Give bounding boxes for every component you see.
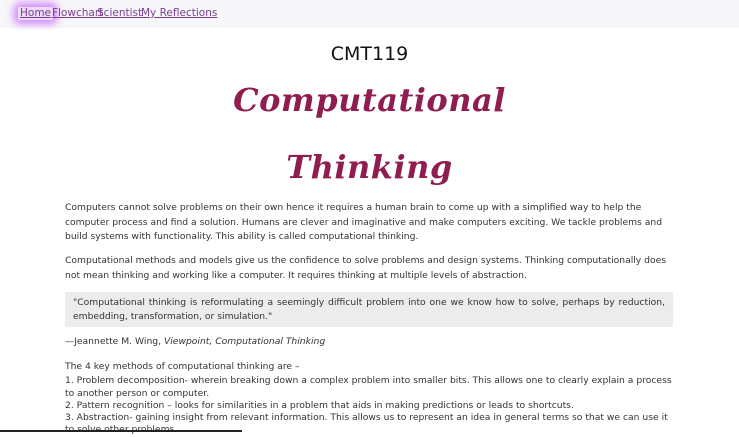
course-code-heading: CMT119 — [330, 43, 409, 65]
methods-paragraph: Computational methods and models give us… — [65, 255, 667, 281]
nav-link-home[interactable]: Home — [18, 7, 54, 20]
intro-paragraph: Computers cannot solve problems on their… — [65, 202, 663, 242]
quote-attribution: —Jeannette M. Wing, Viewpoint, Computati… — [65, 335, 325, 349]
nav-link-scientist[interactable]: Scientist — [97, 7, 142, 20]
attribution-source: Viewpoint, Computational Thinking — [163, 336, 326, 347]
methods-list: The 4 key methods of computational think… — [65, 361, 673, 437]
method-item-pattern-recognition: 2. Pattern recognition – looks for simil… — [65, 399, 574, 411]
attribution-author: —Jeannette M. Wing, — [65, 336, 164, 347]
page-title-line-2: Thinking — [286, 148, 453, 186]
methods-intro: The 4 key methods of computational think… — [65, 361, 300, 372]
method-item-decomposition: 1. Problem decomposition- wherein breaki… — [65, 375, 672, 399]
top-navigation: Home Flowchart Scientist My Reflections — [0, 0, 739, 28]
page-title-line-1: Computational — [233, 81, 506, 119]
nav-link-my-reflections[interactable]: My Reflections — [141, 7, 217, 20]
wing-quote: "Computational thinking is reformulating… — [65, 292, 673, 327]
nav-link-flowchart[interactable]: Flowchart — [52, 7, 103, 20]
method-item-abstraction: 3. Abstraction- gaining insight from rel… — [65, 412, 668, 435]
